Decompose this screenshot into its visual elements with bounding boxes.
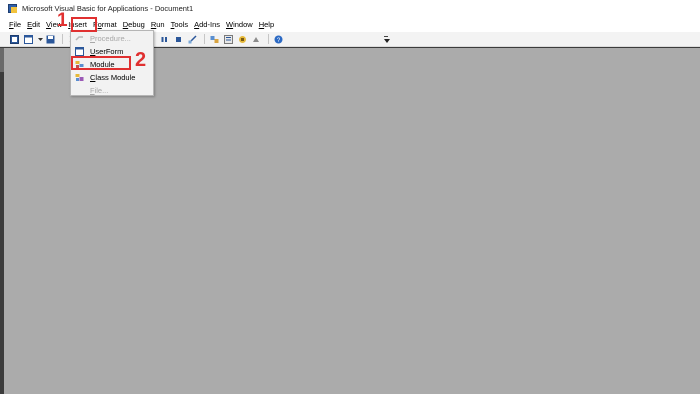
save-icon[interactable]	[46, 35, 55, 44]
project-explorer-icon[interactable]	[210, 35, 219, 44]
title-bar: Microsoft Visual Basic for Applications …	[0, 0, 700, 17]
step-1-label: 1	[57, 10, 68, 31]
insert-class-module-item[interactable]: Class Module	[71, 71, 153, 84]
window-title: Microsoft Visual Basic for Applications …	[22, 4, 194, 13]
view-word-icon[interactable]	[10, 34, 19, 44]
menu-add-ins[interactable]: Add-Ins	[194, 20, 220, 29]
menu-edit[interactable]: Edit	[27, 20, 40, 29]
toolbar-separator	[204, 34, 205, 44]
dropdown-arrow-icon[interactable]	[38, 35, 43, 44]
menu-help[interactable]: Help	[259, 20, 274, 29]
vba-workspace	[4, 48, 700, 394]
menu-debug[interactable]: Debug	[123, 20, 145, 29]
step-2-label: 2	[135, 49, 147, 71]
insert-file-item[interactable]: File...	[71, 84, 153, 97]
class-module-icon	[75, 73, 84, 82]
toolbar-separator	[268, 34, 269, 44]
toolbar-separator	[62, 34, 63, 44]
vba-app-icon	[8, 3, 19, 14]
object-browser-icon[interactable]	[238, 35, 247, 44]
menu-file[interactable]: File	[9, 20, 21, 29]
menu-tools[interactable]: Tools	[171, 20, 189, 29]
help-icon[interactable]: ?	[274, 35, 283, 44]
pause-icon[interactable]	[160, 35, 169, 44]
insert-menu-highlight	[71, 17, 97, 32]
procedure-icon	[75, 34, 84, 43]
toolbox-icon[interactable]	[252, 35, 261, 44]
properties-window-icon[interactable]	[224, 34, 233, 44]
menu-window[interactable]: Window	[226, 20, 253, 29]
menu-run[interactable]: Run	[151, 20, 165, 29]
insert-userform-icon[interactable]	[24, 34, 33, 44]
toolbar-options-icon[interactable]	[384, 35, 390, 45]
reset-icon[interactable]	[174, 35, 183, 44]
left-panel-edge	[0, 48, 4, 72]
userform-icon	[75, 47, 84, 56]
design-mode-icon[interactable]	[188, 34, 197, 44]
insert-procedure-item[interactable]: Procedure...	[71, 32, 153, 45]
module-item-highlight	[71, 56, 131, 70]
